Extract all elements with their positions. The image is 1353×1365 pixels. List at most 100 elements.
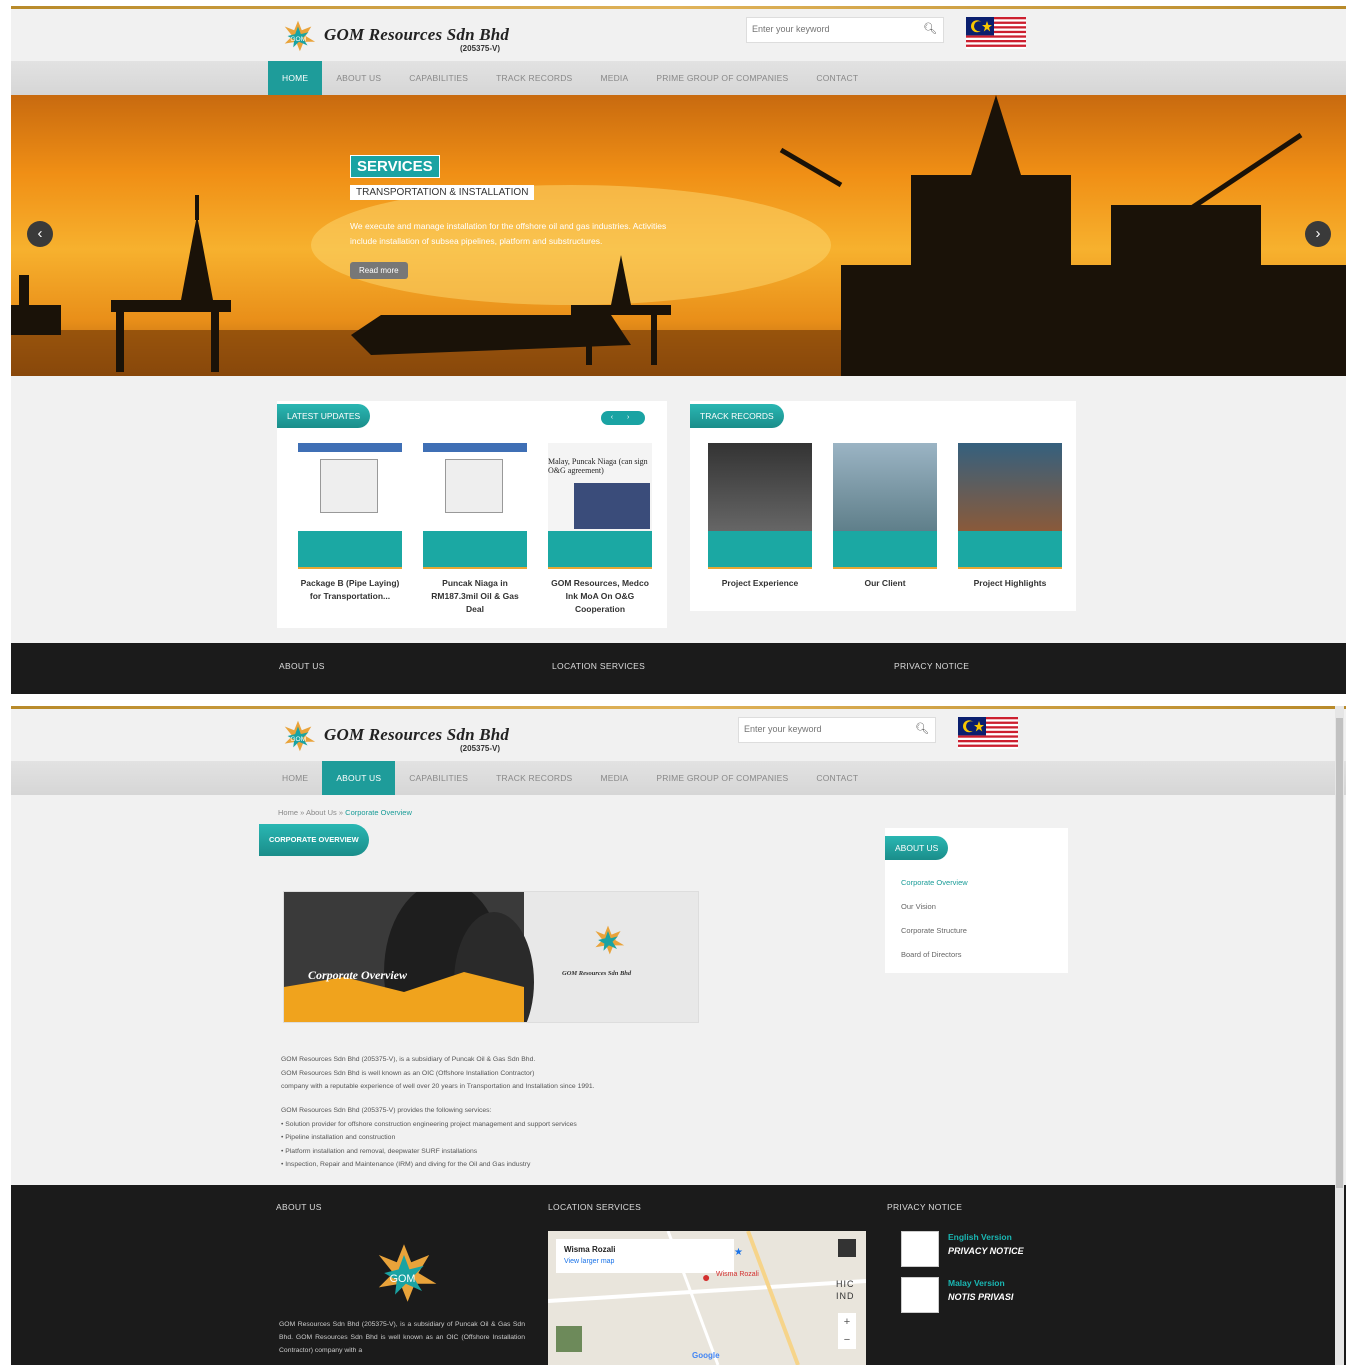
newspaper-headline: Malay, Puncak Niaga (can sign O&G agreem… [548, 457, 648, 475]
track-card[interactable]: Project Highlights [958, 443, 1062, 590]
privacy-malay-link[interactable]: Malay Version [948, 1278, 1005, 1288]
news-card[interactable]: Malay, Puncak Niaga (can sign O&G agreem… [548, 443, 652, 616]
footer-about-title: ABOUT US [276, 1202, 322, 1212]
home-page-screenshot: GOM GOM Resources Sdn Bhd (205375-V) 🔍︎ … [11, 6, 1346, 694]
track-caption[interactable]: Project Experience [708, 577, 812, 590]
track-records-panel: TRACK RECORDS Project Experience Our Cli… [690, 401, 1076, 611]
map-pin-icon: ● [702, 1269, 711, 1285]
map-view-larger-link[interactable]: View larger map [564, 1258, 614, 1265]
slide-subtitle: TRANSPORTATION & INSTALLATION [350, 185, 535, 200]
search-icon[interactable]: 🔍︎ [915, 722, 929, 735]
news-caption[interactable]: Package B (Pipe Laying) for Transportati… [298, 577, 402, 603]
logo-text: GOM [290, 36, 306, 43]
privacy-notice-thumbnail[interactable] [901, 1231, 939, 1267]
banner-title: Corporate Overview [308, 968, 407, 982]
news-caption[interactable]: GOM Resources, Medco Ink MoA On O&G Coop… [548, 577, 652, 616]
nav-capabilities[interactable]: CAPABILITIES [395, 61, 482, 95]
malaysia-flag-icon[interactable] [958, 717, 1018, 749]
map-fullscreen-button[interactable] [838, 1239, 856, 1257]
read-more-button[interactable]: Read more [350, 262, 408, 279]
logo-text: GOM [390, 1273, 416, 1285]
footer-location-title: LOCATION SERVICES [548, 1202, 642, 1212]
location-map[interactable]: Wisma Rozali View larger map ★ ● Wisma R… [548, 1231, 866, 1365]
about-sidebar: ABOUT US Corporate Overview Our Vision C… [885, 828, 1068, 973]
news-card-band [298, 531, 402, 569]
sidebar-item-our-vision[interactable]: Our Vision [901, 902, 936, 911]
nav-about-us[interactable]: ABOUT US [322, 761, 396, 795]
privacy-english-title[interactable]: PRIVACY NOTICE [948, 1246, 1024, 1256]
nav-about-us[interactable]: ABOUT US [322, 61, 395, 95]
main-navigation: HOME ABOUT US CAPABILITIES TRACK RECORDS… [11, 761, 1346, 795]
track-card-band [833, 531, 937, 569]
latest-updates-pager[interactable]: ‹ › [601, 411, 645, 425]
nav-track-records[interactable]: TRACK RECORDS [482, 761, 586, 795]
nav-track-records[interactable]: TRACK RECORDS [482, 61, 586, 95]
breadcrumb-home[interactable]: Home [278, 808, 298, 817]
nav-home[interactable]: HOME [268, 61, 323, 95]
news-caption[interactable]: Puncak Niaga in RM187.3mil Oil & Gas Dea… [423, 577, 527, 616]
news-card[interactable]: Puncak Niaga in RM187.3mil Oil & Gas Dea… [423, 443, 527, 616]
footer-privacy-title: PRIVACY NOTICE [894, 661, 970, 671]
project-highlights-image [958, 443, 1062, 531]
scrollbar-thumb[interactable] [1336, 718, 1343, 1188]
brand-name[interactable]: GOM Resources Sdn Bhd [324, 25, 509, 45]
gom-logo-icon[interactable]: GOM [279, 717, 317, 755]
sidebar-item-corporate-structure[interactable]: Corporate Structure [901, 926, 967, 935]
track-caption[interactable]: Project Highlights [958, 577, 1062, 590]
vertical-scrollbar[interactable] [1335, 706, 1344, 1365]
overview-line: • Inspection, Repair and Maintenance (IR… [281, 1161, 531, 1168]
map-google-logo: Google [692, 1351, 720, 1360]
breadcrumb-about[interactable]: About Us [306, 808, 337, 817]
registration-number: (205375-V) [460, 44, 501, 53]
track-card[interactable]: Our Client [833, 443, 937, 590]
breadcrumb-current: Corporate Overview [345, 808, 412, 817]
sidebar-item-board-of-directors[interactable]: Board of Directors [901, 950, 961, 959]
breadcrumb-separator: » [338, 808, 344, 817]
nav-media[interactable]: MEDIA [586, 761, 642, 795]
gom-logo-icon[interactable]: GOM [279, 17, 317, 55]
latest-updates-panel: LATEST UPDATES ‹ › Package B (Pipe Layin… [277, 401, 667, 628]
map-star-icon[interactable]: ★ [734, 1247, 743, 1258]
footer-logo-icon: GOM [378, 1244, 437, 1302]
news-thumbnail [298, 443, 402, 531]
search-input[interactable] [747, 18, 912, 40]
slider-prev-button[interactable]: ‹ [27, 221, 53, 247]
overview-line: GOM Resources Sdn Bhd (205375-V) provide… [281, 1107, 492, 1114]
brand-name[interactable]: GOM Resources Sdn Bhd [324, 725, 509, 745]
sidebar-item-corporate-overview[interactable]: Corporate Overview [901, 878, 968, 887]
map-zoom-control[interactable]: + − [838, 1313, 856, 1349]
overview-line: company with a reputable experience of w… [281, 1083, 595, 1090]
breadcrumb: Home » About Us » Corporate Overview [278, 808, 412, 817]
slide-description: We execute and manage installation for t… [350, 221, 667, 246]
slider-next-button[interactable]: › [1305, 221, 1331, 247]
news-card-band [548, 531, 652, 569]
malaysia-flag-icon[interactable] [966, 17, 1026, 49]
nav-contact[interactable]: CONTACT [802, 761, 872, 795]
hero-slider: SERVICES TRANSPORTATION & INSTALLATION W… [11, 95, 1346, 376]
privacy-english-link[interactable]: English Version [948, 1232, 1012, 1242]
section-title: CORPORATE OVERVIEW [259, 824, 369, 856]
map-area-label: IND [836, 1291, 855, 1301]
search-box: 🔍︎ [746, 17, 944, 43]
nav-prime-group[interactable]: PRIME GROUP OF COMPANIES [642, 61, 802, 95]
nav-home[interactable]: HOME [268, 761, 322, 795]
nav-contact[interactable]: CONTACT [802, 61, 872, 95]
nav-media[interactable]: MEDIA [586, 61, 642, 95]
nav-prime-group[interactable]: PRIME GROUP OF COMPANIES [642, 761, 802, 795]
news-card[interactable]: Package B (Pipe Laying) for Transportati… [298, 443, 402, 603]
overview-paragraph-1: GOM Resources Sdn Bhd (205375-V), is a s… [281, 1053, 681, 1094]
search-box: 🔍︎ [738, 717, 936, 743]
corporate-overview-banner: Corporate Overview GOM Resources Sdn Bhd [283, 891, 699, 1023]
privacy-malay-title[interactable]: NOTIS PRIVASI [948, 1292, 1013, 1302]
search-icon[interactable]: 🔍︎ [923, 22, 937, 35]
site-header: GOM GOM Resources Sdn Bhd (205375-V) 🔍︎ [11, 709, 1346, 761]
overview-line: • Pipeline installation and construction [281, 1134, 396, 1141]
search-input[interactable] [739, 718, 904, 740]
banner-brand: GOM Resources Sdn Bhd [562, 970, 632, 977]
track-card[interactable]: Project Experience [708, 443, 812, 590]
map-pin-label: Wisma Rozali [716, 1271, 759, 1278]
privacy-notice-thumbnail[interactable] [901, 1277, 939, 1313]
track-caption[interactable]: Our Client [833, 577, 937, 590]
nav-capabilities[interactable]: CAPABILITIES [395, 761, 482, 795]
latest-updates-title: LATEST UPDATES [277, 404, 371, 428]
